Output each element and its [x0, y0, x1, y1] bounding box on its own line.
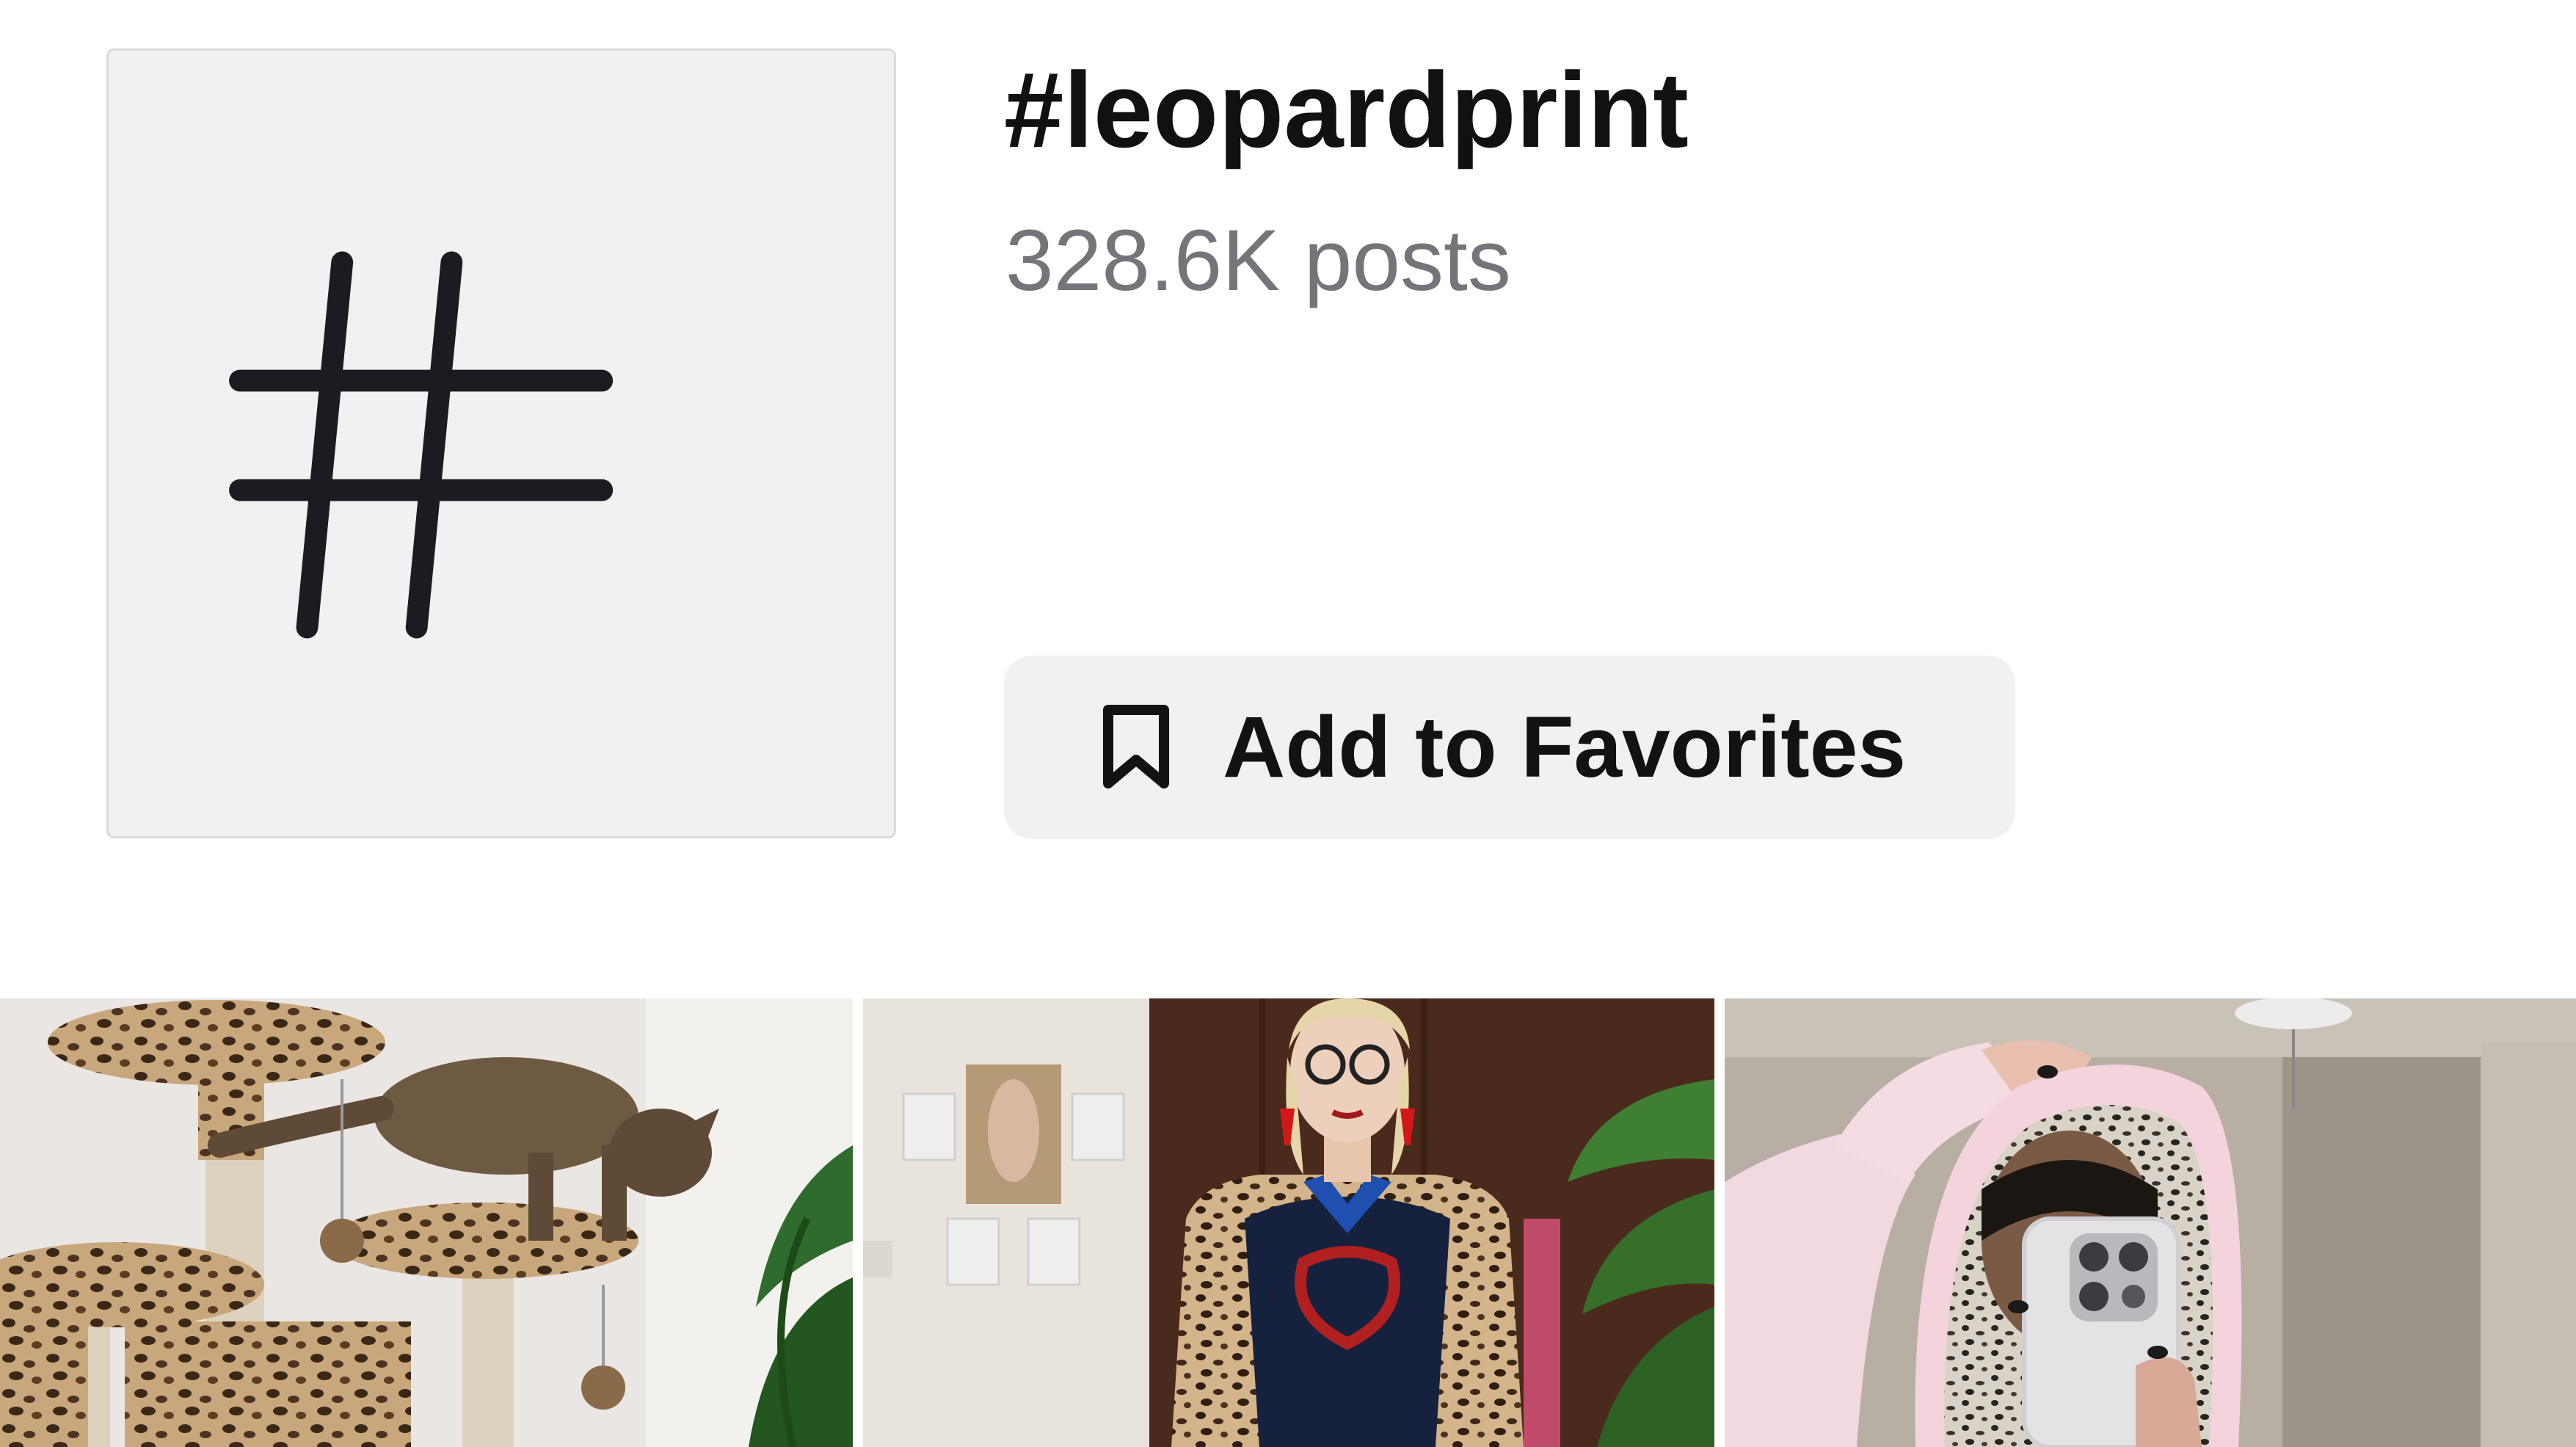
hashtag-icon	[229, 251, 614, 639]
video-grid	[0, 998, 2576, 1447]
bookmark-icon	[1103, 705, 1169, 788]
video-thumbnail[interactable]	[0, 998, 853, 1447]
add-to-favorites-button[interactable]: Add to Favorites	[1004, 656, 2015, 839]
video-thumbnail-image	[0, 998, 853, 1447]
hashtag-header: #leopardprint 328.6K posts Add to Favori…	[0, 0, 2576, 976]
add-to-favorites-label: Add to Favorites	[1223, 699, 1906, 796]
post-count: 328.6K posts	[1005, 212, 1511, 309]
hashtag-avatar	[106, 48, 896, 838]
video-thumbnail-image	[863, 998, 1714, 1447]
video-thumbnail[interactable]	[1725, 998, 2576, 1447]
video-thumbnail[interactable]	[863, 998, 1714, 1447]
hashtag-title: #leopardprint	[1004, 50, 1689, 170]
hashtag-page: #leopardprint 328.6K posts Add to Favori…	[0, 0, 2576, 1447]
video-thumbnail-image	[1725, 998, 2576, 1447]
